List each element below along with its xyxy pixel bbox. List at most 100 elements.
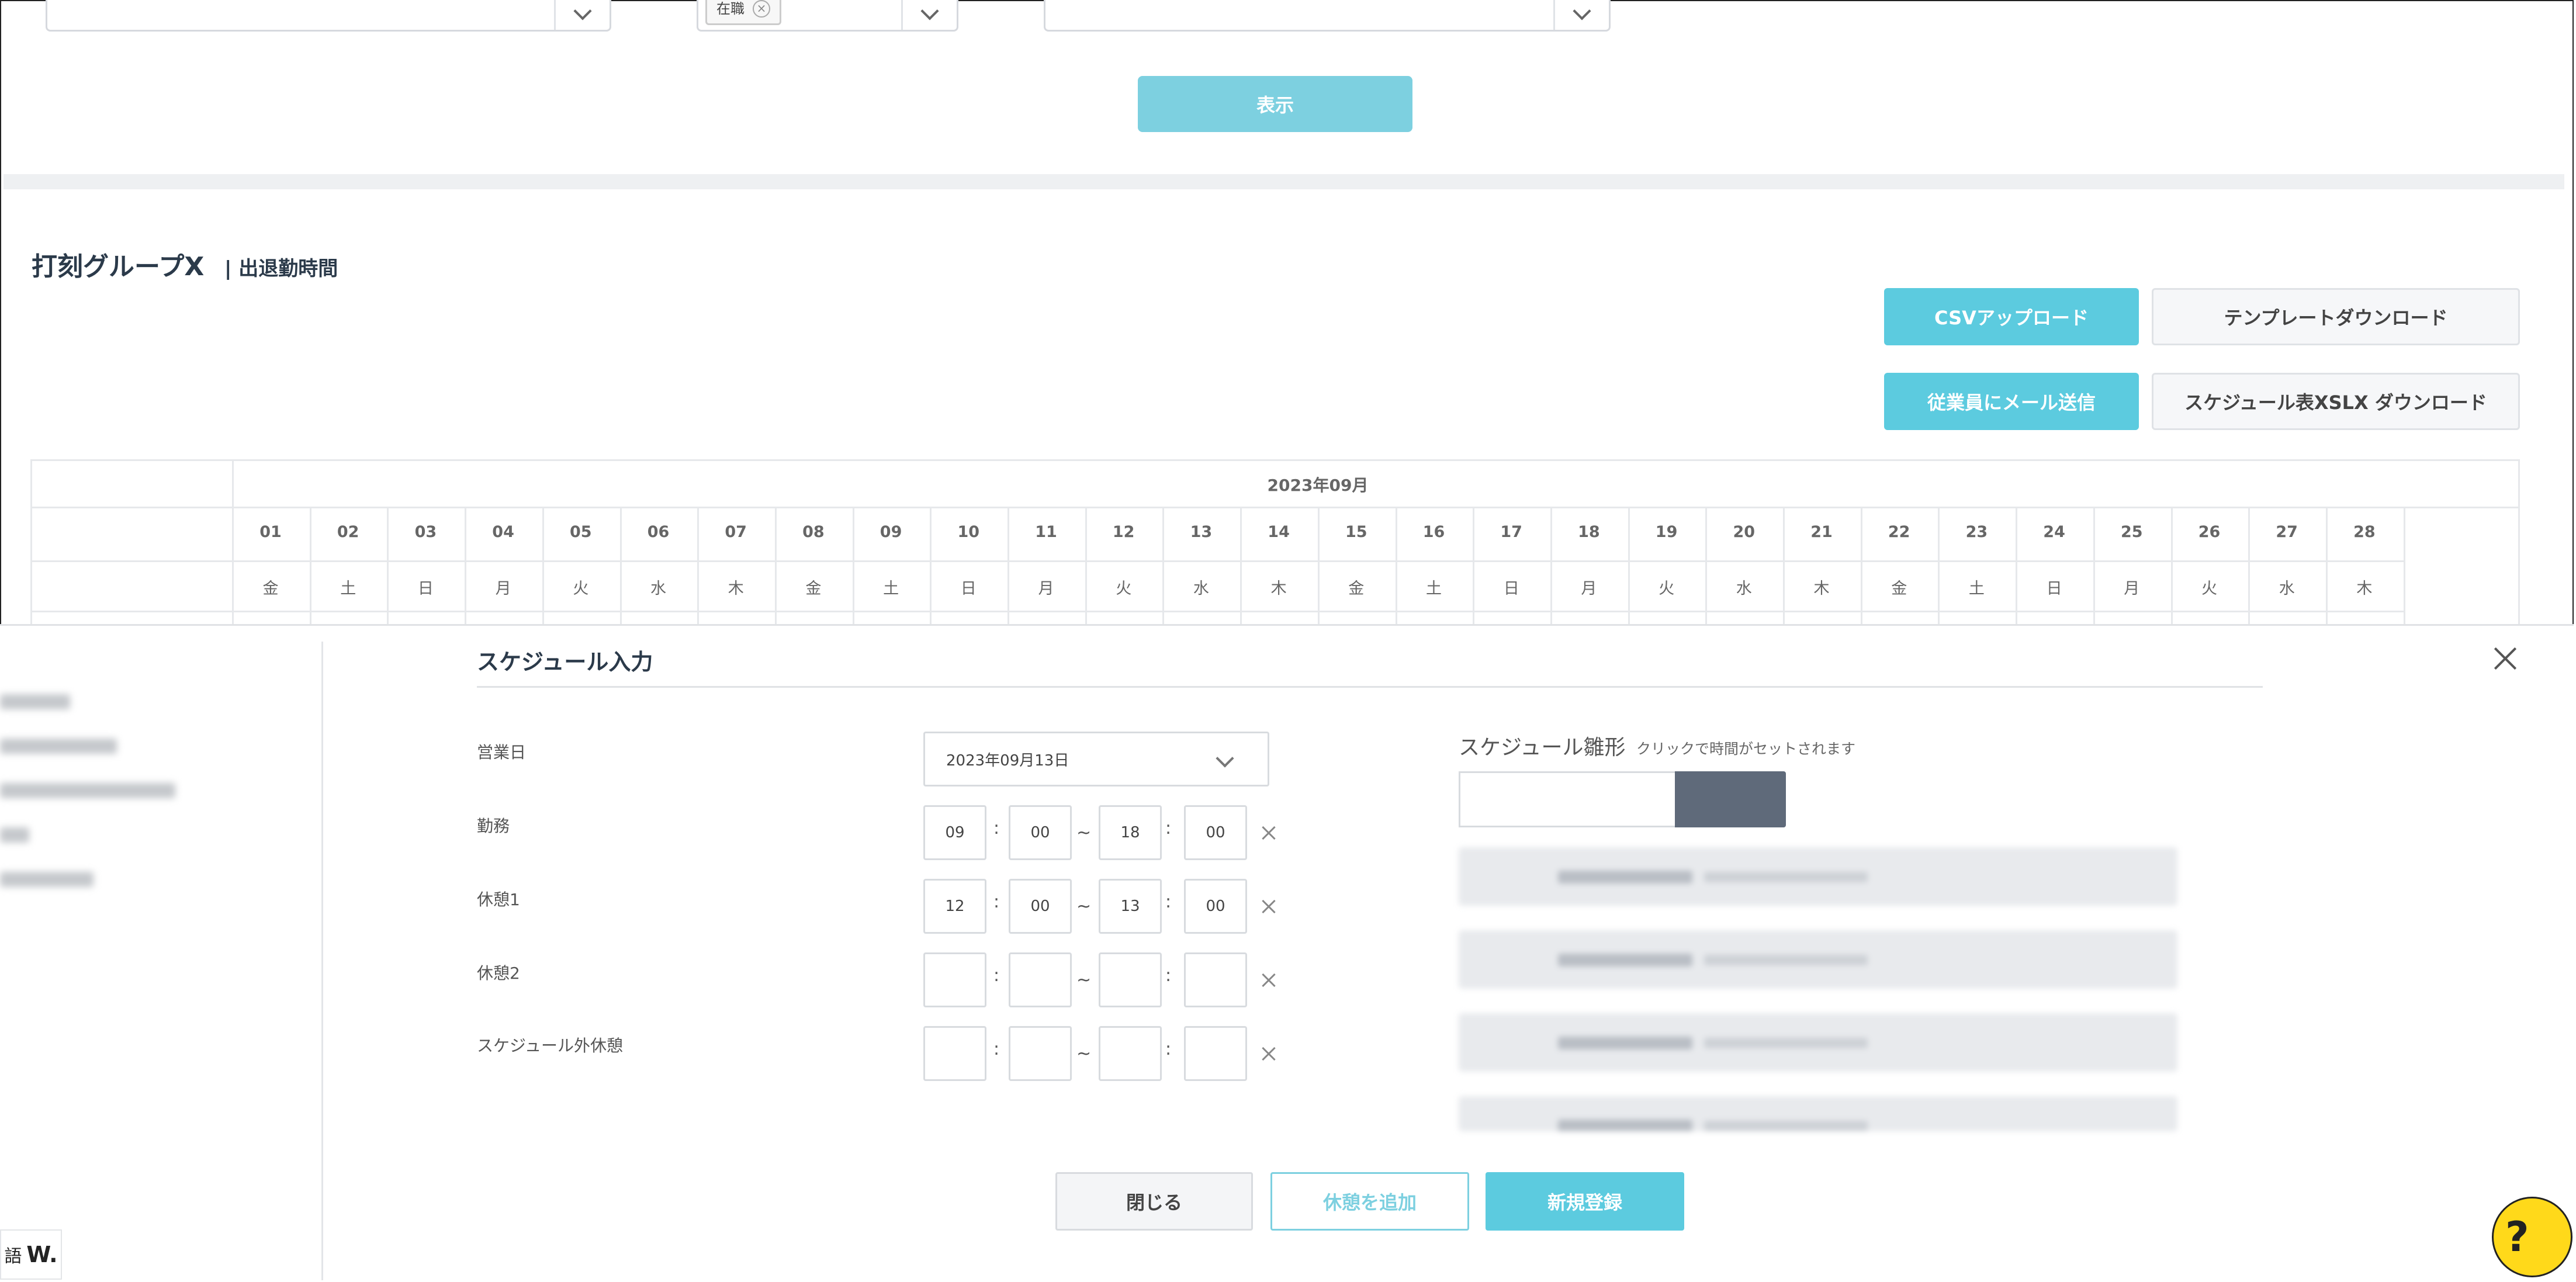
business-day-select[interactable]: 2023年09月13日 (923, 732, 1269, 786)
calendar-weekday: 火 (2201, 580, 2217, 598)
work-eh-input[interactable]: 18 (1099, 805, 1162, 860)
clear-row-icon[interactable] (1260, 971, 1277, 989)
calendar-month: 2023年09月 (1267, 476, 1369, 495)
schedule-xlsx-download-button[interactable]: スケジュール表XSLX ダウンロード (2152, 373, 2520, 430)
chevron-down-icon (554, 0, 610, 30)
calendar-day-number: 03 (414, 523, 437, 541)
template-item[interactable] (1459, 930, 2177, 989)
calendar-day-number: 11 (1035, 523, 1057, 541)
calendar-day-number: 27 (2276, 523, 2298, 541)
work-sm-input[interactable]: 00 (1009, 805, 1072, 860)
break2-sh-input[interactable] (923, 952, 986, 1007)
time-colon: : (993, 892, 1000, 912)
calendar-day-number: 16 (1422, 523, 1445, 541)
time-colon: : (993, 965, 1000, 986)
template-search-input[interactable] (1459, 771, 1676, 827)
time-colon: : (1165, 965, 1172, 986)
language-switcher[interactable]: 語 W. (0, 1229, 62, 1280)
extra-break-eh-input[interactable] (1099, 1026, 1162, 1081)
modal-title: スケジュール入力 (477, 649, 653, 675)
group-title: 打刻グループX (32, 252, 205, 282)
extra-break-em-input[interactable] (1184, 1026, 1247, 1081)
schedule-calendar: 2023年09月 01 金 02 土 03 日 04 月 05 火 06 水 07 木 08 金 09 土 10 日 1… (30, 459, 2520, 629)
break1-sh-input[interactable]: 12 (923, 879, 986, 934)
calendar-grid-line (232, 461, 234, 629)
calendar-weekday: 火 (1659, 580, 1675, 598)
filter-select-1[interactable] (46, 0, 611, 32)
group-subtitle: | 出退勤時間 (224, 257, 338, 280)
language-char: 語 (4, 1246, 22, 1267)
calendar-grid-line (32, 507, 2518, 508)
calendar-weekday: 木 (2356, 580, 2373, 598)
send-mail-button[interactable]: 従業員にメール送信 (1884, 373, 2139, 430)
language-logo: W. (26, 1242, 58, 1267)
calendar-weekday: 金 (805, 580, 822, 598)
calendar-day-number: 28 (2353, 523, 2376, 541)
break1-em-input[interactable]: 00 (1184, 879, 1247, 934)
break2-eh-input[interactable] (1099, 952, 1162, 1007)
calendar-weekday: 日 (417, 580, 434, 598)
blurred-side-menu (0, 624, 321, 1280)
help-bot-icon[interactable]: ? (2492, 1197, 2572, 1277)
calendar-weekday: 水 (650, 580, 666, 598)
extra-break-sm-input[interactable] (1009, 1026, 1072, 1081)
close-icon[interactable] (2491, 644, 2520, 673)
template-item[interactable] (1459, 1013, 2177, 1072)
calendar-day-number: 07 (725, 523, 747, 541)
work-sh-input[interactable]: 09 (923, 805, 986, 860)
template-search-button[interactable] (1675, 771, 1786, 827)
calendar-weekday: 土 (340, 580, 356, 598)
csv-upload-button[interactable]: CSVアップロード (1884, 288, 2139, 345)
clear-row-icon[interactable] (1260, 824, 1277, 841)
calendar-weekday: 月 (1581, 580, 1597, 598)
status-tag-label: 在職 (716, 1, 745, 17)
calendar-weekday: 金 (1891, 580, 1907, 598)
calendar-day-number: 24 (2043, 523, 2065, 541)
calendar-day-number: 13 (1190, 523, 1213, 541)
clear-row-icon[interactable] (1260, 1045, 1277, 1062)
filter-select-3[interactable] (1044, 0, 1611, 32)
section-divider (4, 174, 2564, 189)
calendar-day-number: 08 (802, 523, 825, 541)
add-break-button[interactable]: 休憩を追加 (1270, 1172, 1469, 1231)
calendar-day-number: 15 (1345, 523, 1367, 541)
calendar-weekday: 火 (573, 580, 589, 598)
time-range-tilde: ~ (1076, 896, 1092, 917)
work-em-input[interactable]: 00 (1184, 805, 1247, 860)
template-item[interactable] (1459, 1096, 2177, 1131)
template-item[interactable] (1459, 847, 2177, 906)
remove-tag-icon[interactable]: × (753, 0, 770, 18)
break1-sm-input[interactable]: 00 (1009, 879, 1072, 934)
calendar-day-number: 05 (570, 523, 592, 541)
calendar-weekday: 日 (2046, 580, 2062, 598)
calendar-day-number: 20 (1733, 523, 1756, 541)
calendar-weekday: 水 (1193, 580, 1209, 598)
time-range-tilde: ~ (1076, 970, 1092, 990)
template-download-button[interactable]: テンプレートダウンロード (2152, 288, 2520, 345)
break2-label: 休憩2 (477, 964, 520, 983)
show-button[interactable]: 表示 (1138, 76, 1412, 132)
calendar-weekday: 木 (1813, 580, 1830, 598)
clear-row-icon[interactable] (1260, 898, 1277, 915)
break1-eh-input[interactable]: 13 (1099, 879, 1162, 934)
calendar-day-number: 18 (1578, 523, 1600, 541)
calendar-day-number: 14 (1268, 523, 1290, 541)
template-hint: クリックで時間がセットされます (1636, 740, 1856, 757)
help-label: ? (2505, 1213, 2529, 1261)
extra-break-sh-input[interactable] (923, 1026, 986, 1081)
break2-sm-input[interactable] (1009, 952, 1072, 1007)
time-colon: : (993, 818, 1000, 839)
extra-break-label: スケジュール外休憩 (477, 1036, 624, 1055)
calendar-day-number: 21 (1810, 523, 1833, 541)
calendar-weekday: 水 (2279, 580, 2295, 598)
calendar-day-number: 25 (2121, 523, 2143, 541)
time-colon: : (1165, 1039, 1172, 1059)
break2-em-input[interactable] (1184, 952, 1247, 1007)
break1-label: 休憩1 (477, 890, 520, 909)
close-button[interactable]: 閉じる (1055, 1172, 1253, 1231)
calendar-day-number: 09 (880, 523, 902, 541)
register-button[interactable]: 新規登録 (1486, 1172, 1684, 1231)
status-filter-select[interactable]: 在職 × (697, 0, 958, 32)
business-day-label: 営業日 (477, 743, 527, 762)
calendar-weekday: 月 (495, 580, 511, 598)
